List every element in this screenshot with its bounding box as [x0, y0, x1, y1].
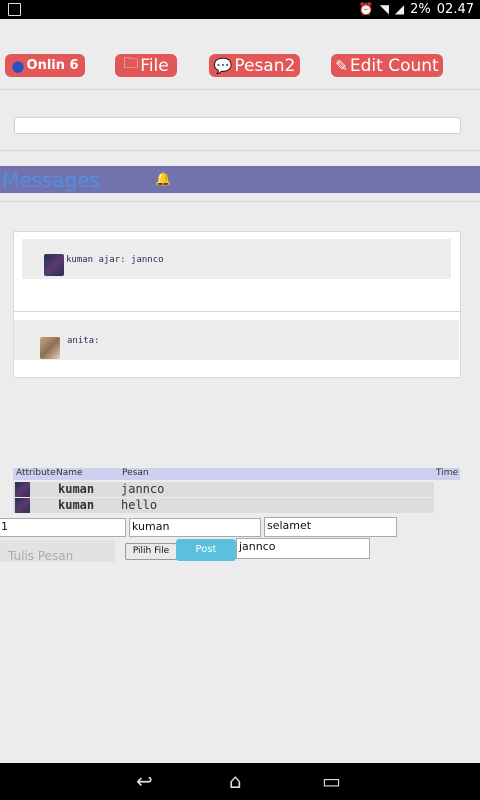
column-header-name: Name	[56, 468, 83, 478]
messages-title: Messages	[2, 168, 101, 192]
home-icon[interactable]: ⌂	[229, 769, 242, 793]
choose-file-button[interactable]: Pilih File	[125, 543, 177, 560]
edit-icon: ✎	[335, 56, 348, 75]
column-header-attribute: Attribute	[16, 468, 56, 478]
avatar	[15, 482, 30, 497]
signal-icon: ◢	[394, 2, 405, 16]
divider	[0, 150, 480, 151]
status-icons: ⏰ ◥ ◢ 2% 02.47	[359, 1, 474, 17]
message-item: anita:	[14, 320, 459, 360]
online-label: Onlin 6	[26, 58, 79, 73]
navigation-bar: ↩ ⌂ ▭	[0, 763, 480, 800]
status-bar: ⏰ ◥ ◢ 2% 02.47	[0, 0, 480, 19]
image-notification-icon	[8, 3, 21, 16]
messages-header: Messages 🔔	[0, 166, 480, 193]
table-row: kuman hello	[13, 498, 434, 513]
edit-count-button[interactable]: ✎ Edit Count	[331, 54, 443, 77]
avatar	[15, 498, 30, 513]
post-button[interactable]: Post	[176, 539, 236, 561]
column-header-time: Time	[436, 468, 459, 478]
table-row: kuman jannco	[13, 482, 434, 497]
online-button[interactable]: ● Onlin 6	[5, 54, 85, 77]
file-button[interactable]: 🗀 File	[115, 54, 177, 77]
search-input[interactable]	[14, 117, 461, 134]
message-item: kuman ajar: jannco	[22, 239, 451, 279]
column-header-pesan: Pesan	[122, 468, 149, 478]
messages-panel: kuman ajar: jannco anita:	[13, 231, 461, 378]
avatar	[40, 337, 60, 359]
name-field[interactable]: kuman	[129, 518, 261, 537]
message-field[interactable]: jannco	[236, 538, 370, 559]
message-text: kuman ajar: jannco	[66, 255, 164, 265]
row-name: kuman	[58, 482, 95, 496]
divider	[0, 201, 480, 202]
wifi-icon: ◥	[379, 2, 389, 16]
globe-icon: ●	[11, 56, 25, 75]
divider	[14, 311, 460, 312]
alarm-icon: ⏰	[358, 2, 374, 16]
table-header: Attribute Name Pesan Time	[13, 468, 460, 480]
avatar	[44, 254, 64, 276]
pesan-label: Pesan2	[234, 55, 296, 76]
back-icon[interactable]: ↩	[136, 769, 153, 793]
greeting-field[interactable]: selamet	[264, 517, 397, 537]
bell-icon[interactable]: 🔔	[155, 172, 171, 187]
battery-percent: 2%	[410, 1, 431, 17]
id-field[interactable]: 1	[0, 518, 126, 537]
folder-icon: 🗀	[123, 54, 139, 72]
row-name: kuman	[58, 498, 95, 512]
divider	[0, 89, 480, 90]
row-pesan: hello	[121, 498, 158, 512]
pesan-button[interactable]: 💬 Pesan2	[209, 54, 300, 77]
row-pesan: jannco	[121, 482, 165, 496]
edit-count-label: Edit Count	[349, 55, 439, 76]
message-textarea[interactable]: Tulis Pesan	[0, 540, 115, 563]
chat-bubble-icon: 💬	[213, 56, 233, 75]
message-text: anita:	[67, 336, 100, 346]
message-placeholder: Tulis Pesan	[8, 549, 74, 563]
file-label: File	[140, 55, 169, 76]
recent-apps-icon[interactable]: ▭	[322, 769, 341, 793]
clock: 02.47	[436, 1, 474, 17]
